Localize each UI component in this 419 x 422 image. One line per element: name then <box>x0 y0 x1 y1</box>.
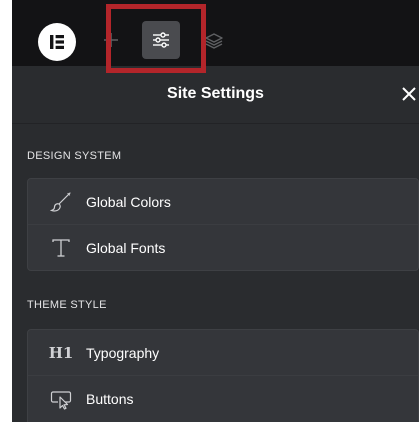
brush-icon <box>48 189 74 215</box>
sliders-icon[interactable] <box>142 21 180 59</box>
global-colors-item[interactable]: Global Colors <box>28 179 418 224</box>
panel-title: Site Settings <box>167 85 264 102</box>
top-toolbar <box>12 0 419 66</box>
h1-glyph: H1 <box>48 343 74 362</box>
layers-icon[interactable] <box>202 29 226 53</box>
design-system-card: Global Colors Global Fonts <box>27 178 419 271</box>
elementor-logo-icon[interactable] <box>38 23 76 61</box>
button-cursor-icon <box>48 386 74 412</box>
buttons-label: Buttons <box>86 390 134 407</box>
heading-icon: H1 <box>48 340 74 366</box>
close-icon[interactable] <box>396 81 419 107</box>
global-fonts-item[interactable]: Global Fonts <box>28 224 418 270</box>
plus-icon[interactable] <box>99 28 123 52</box>
theme-style-card: H1 Typography Buttons <box>27 329 419 422</box>
global-fonts-label: Global Fonts <box>86 239 166 256</box>
global-colors-label: Global Colors <box>86 193 171 210</box>
typography-item[interactable]: H1 Typography <box>28 330 418 375</box>
editor-panel: Site Settings DESIGN SYSTEM Global Color… <box>12 0 419 422</box>
theme-style-heading: THEME STYLE <box>27 299 107 311</box>
buttons-item[interactable]: Buttons <box>28 375 418 421</box>
design-system-heading: DESIGN SYSTEM <box>27 150 122 162</box>
panel-header: Site Settings <box>12 66 419 124</box>
typography-label: Typography <box>86 344 160 361</box>
font-icon <box>48 235 74 261</box>
